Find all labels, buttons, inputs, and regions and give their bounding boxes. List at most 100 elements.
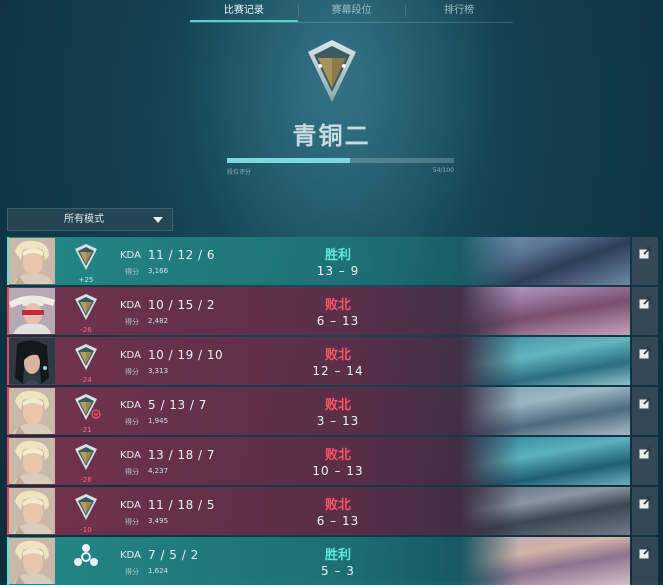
kda-value: 13 / 18 / 7 [148,448,216,462]
score-label: 得分 [125,318,139,326]
score-value: 1,624 [148,567,169,575]
bronze-rank-icon [72,494,100,525]
kda-label: KDA [120,350,141,361]
rank-change: -26 [80,326,92,334]
rank-progress-fill [227,158,350,163]
tab-bar: 比赛记录 赛幕段位 排行榜 [190,0,513,22]
share-icon [639,397,651,409]
tab-divider [190,22,513,23]
rank-progress-label: 段位评分 [227,169,252,176]
match-result: 胜利 [324,248,351,263]
bronze-rank-emblem [308,40,356,102]
tab-leaderboard[interactable]: 排行榜 [405,0,513,22]
share-button[interactable] [632,287,658,335]
round-score: 10 – 13 [312,464,364,478]
share-icon [639,347,651,359]
tab-episode-rank[interactable]: 赛幕段位 [297,0,406,22]
rank-column: -26 [72,443,100,484]
round-score: 12 – 14 [312,364,364,378]
unrated-rank-icon [72,544,100,575]
kda-value: 10 / 15 / 2 [148,298,216,312]
share-icon [639,497,651,509]
agent-avatar [9,538,55,584]
share-button[interactable] [632,437,658,485]
rank-column: -10 [72,493,100,534]
score-value: 2,482 [148,317,169,325]
match-result: 败北 [324,398,351,413]
agent-avatar [9,488,55,534]
kda-value: 10 / 19 / 10 [148,348,224,362]
share-icon [639,447,651,459]
share-button[interactable] [632,337,658,385]
match-result: 败北 [324,298,351,313]
kda-label: KDA [120,550,141,561]
round-score: 3 – 13 [316,414,360,428]
share-button[interactable] [632,237,658,285]
map-thumbnail [460,237,630,285]
share-button[interactable] [632,387,658,435]
caret-down-icon [153,217,163,223]
kda-label: KDA [120,250,141,261]
round-score: 13 – 9 [316,264,360,278]
match-row[interactable]: +25 KDA 11 / 12 / 6 得分 3,166 胜利 13 – 9 [7,237,630,285]
rank-change: -24 [80,376,92,384]
agent-avatar [9,438,55,484]
rank-change: -21 [80,426,92,434]
score-label: 得分 [125,468,139,476]
match-result: 败北 [324,448,351,463]
score-label: 得分 [125,568,139,576]
kda-value: 7 / 5 / 2 [148,548,199,562]
map-thumbnail [460,537,630,585]
match-result: 败北 [324,498,351,513]
match-row[interactable]: -26 KDA 10 / 15 / 2 得分 2,482 败北 6 – 13 [7,287,630,335]
kda-label: KDA [120,500,141,511]
rank-progress-bar [227,158,454,163]
rank-change: +25 [78,276,94,284]
mode-dropdown[interactable]: 所有模式 [7,208,173,231]
share-icon [639,547,651,559]
rank-column [72,543,100,576]
match-row[interactable]: -21 KDA 5 / 13 / 7 得分 1,945 败北 3 – 13 [7,387,630,435]
rank-progress-value: 54/100 [432,167,454,174]
map-thumbnail [460,387,630,435]
round-score: 6 – 13 [316,514,360,528]
tab-match-history[interactable]: 比赛记录 [190,0,298,22]
agent-avatar [9,338,55,384]
map-thumbnail [460,287,630,335]
match-row[interactable]: -10 KDA 11 / 18 / 5 得分 3,495 败北 6 – 13 [7,487,630,535]
match-row[interactable]: -24 KDA 10 / 19 / 10 得分 3,313 败北 12 – 14 [7,337,630,385]
bronze-rank-icon [72,294,100,325]
share-icon [639,247,651,259]
demotion-warning-icon [91,409,101,419]
match-result: 胜利 [324,548,351,563]
share-button[interactable] [632,537,658,585]
rank-change: -26 [80,476,92,484]
kda-label: KDA [120,450,141,461]
rank-column: -26 [72,293,100,334]
round-score: 5 – 3 [321,564,355,578]
agent-avatar [9,288,55,334]
score-value: 3,495 [148,517,169,525]
match-row[interactable]: -26 KDA 13 / 18 / 7 得分 4,237 败北 10 – 13 [7,437,630,485]
rank-column: -24 [72,343,100,384]
score-label: 得分 [125,518,139,526]
kda-label: KDA [120,300,141,311]
bronze-rank-icon [72,344,100,375]
rank-title: 青铜二 [292,122,371,150]
score-value: 3,166 [148,267,169,275]
mode-dropdown-label: 所有模式 [64,214,104,225]
agent-avatar [9,388,55,434]
score-label: 得分 [125,268,139,276]
score-value: 3,313 [148,367,169,375]
share-icon [639,297,651,309]
rank-column: +25 [72,243,100,284]
rank-change: -10 [80,526,92,534]
kda-value: 5 / 13 / 7 [148,398,207,412]
round-score: 6 – 13 [316,314,360,328]
share-button[interactable] [632,487,658,535]
match-row[interactable]: KDA 7 / 5 / 2 得分 1,624 胜利 5 – 3 [7,537,630,585]
map-thumbnail [460,487,630,535]
score-label: 得分 [125,418,139,426]
agent-avatar [9,238,55,284]
kda-value: 11 / 18 / 5 [148,498,216,512]
